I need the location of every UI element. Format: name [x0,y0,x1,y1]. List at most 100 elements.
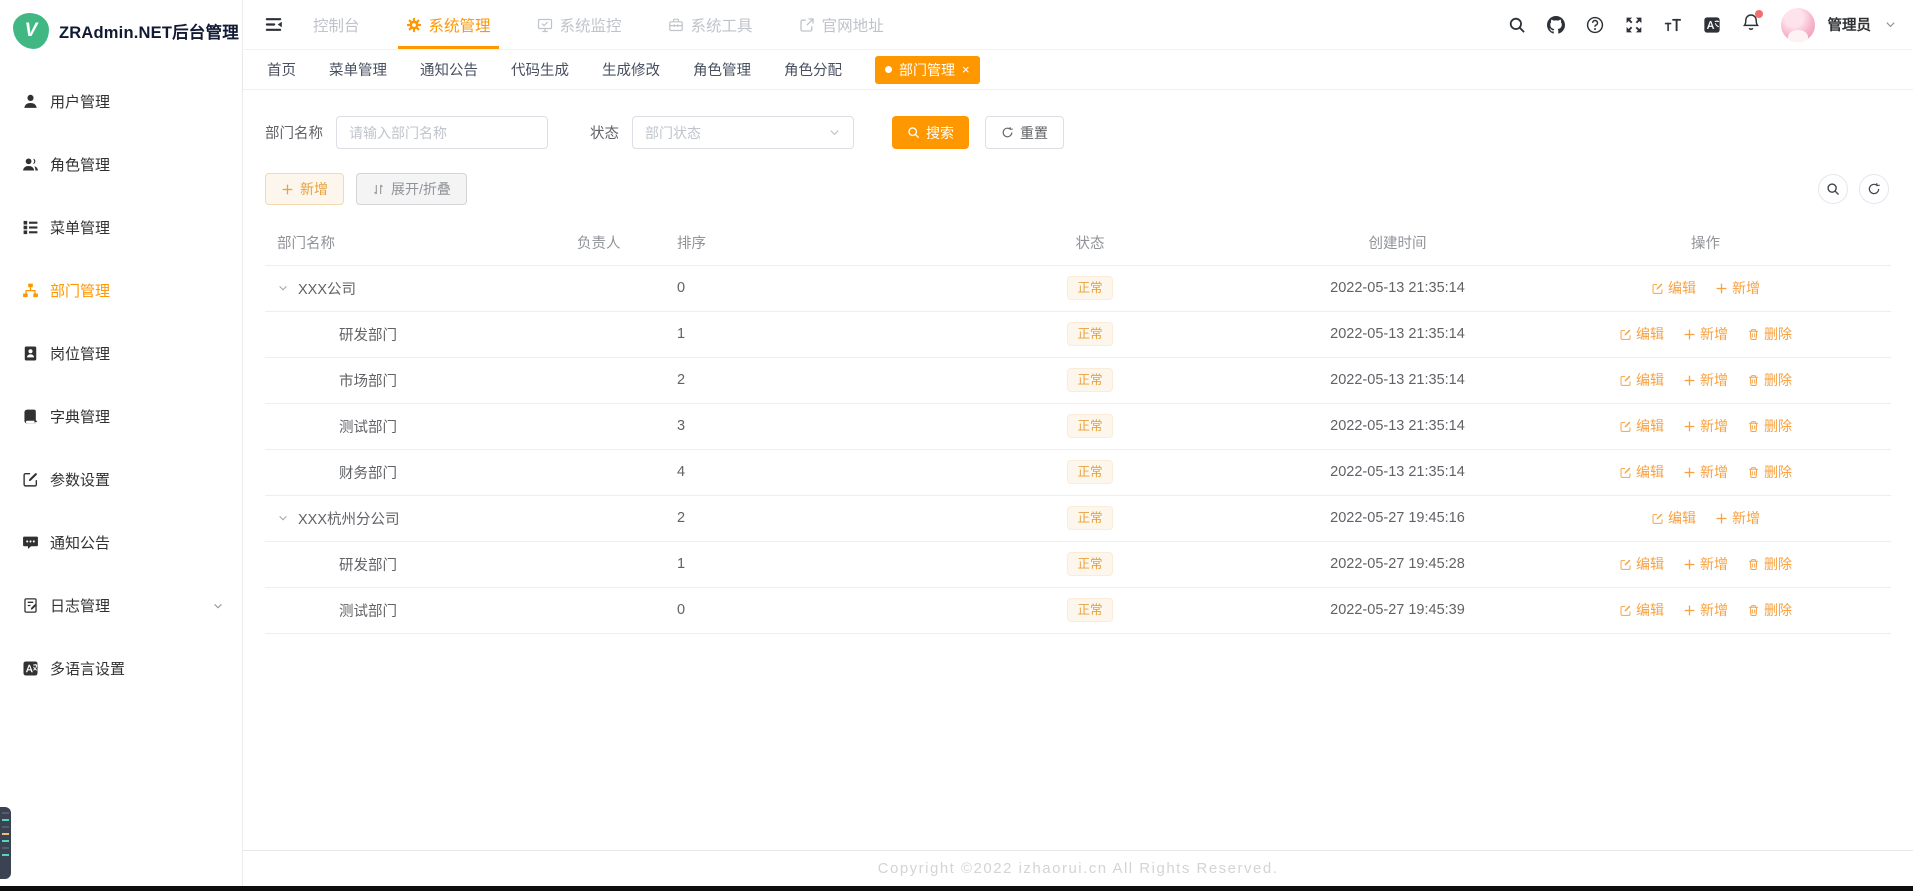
add-link[interactable]: 新增 [1683,554,1728,574]
delete-link[interactable]: 删除 [1747,554,1792,574]
ops-cell: 编辑 新增 [1520,495,1891,542]
sidebar-item-label: 角色管理 [50,157,111,174]
edit-link[interactable]: 编辑 [1619,554,1664,574]
tab-7[interactable]: 部门管理 × [875,55,980,84]
edit-pen-icon [1651,512,1664,525]
trash-icon [1747,420,1760,433]
sidebar-item-7[interactable]: 通知公告 [0,511,242,574]
collapse-sidebar-icon[interactable] [253,15,293,34]
topnav-item-0[interactable]: 控制台 [313,0,360,49]
edit-link[interactable]: 编辑 [1619,416,1664,436]
sidebar-item-8[interactable]: 日志管理 [0,574,242,637]
sidebar-item-9[interactable]: 多语言设置 [0,637,242,700]
tab-2[interactable]: 通知公告 [420,59,478,80]
status-label: 状态 [590,126,619,142]
edit-pen-icon [1619,420,1632,433]
created-time-cell: 2022-05-27 19:45:16 [1275,495,1520,542]
search-icon[interactable] [1508,16,1526,34]
add-link[interactable]: 新增 [1683,600,1728,620]
edit-link[interactable]: 编辑 [1619,462,1664,482]
tab-1[interactable]: 菜单管理 [329,59,387,80]
tab-0[interactable]: 首页 [267,59,296,80]
tab-4[interactable]: 生成修改 [602,59,660,80]
tab-6[interactable]: 角色分配 [784,59,842,80]
add-link[interactable]: 新增 [1683,370,1728,390]
sidebar-item-1[interactable]: 角色管理 [0,133,242,196]
delete-link[interactable]: 删除 [1747,462,1792,482]
sort-cell: 1 [665,541,905,588]
sidebar-item-3[interactable]: 部门管理 [0,259,242,322]
dept-name: 研发部门 [339,557,397,574]
app-logo[interactable]: V ZRAdmin.NET后台管理 [0,0,242,62]
add-link[interactable]: 新增 [1683,462,1728,482]
status-select[interactable]: 部门状态 [632,116,854,149]
status-badge: 正常 [1067,367,1113,393]
tab-5[interactable]: 角色管理 [693,59,751,80]
plus-icon [1715,282,1728,295]
toolbar-right [1818,174,1891,204]
add-link[interactable]: 新增 [1683,324,1728,344]
sidebar-item-5[interactable]: 字典管理 [0,385,242,448]
tab-3[interactable]: 代码生成 [511,59,569,80]
add-link[interactable]: 新增 [1683,416,1728,436]
close-tab-icon[interactable]: × [962,63,970,76]
dept-name-input[interactable] [336,116,548,149]
topnav-item-3[interactable]: 系统工具 [668,0,753,49]
sidebar-item-label: 字典管理 [50,409,111,426]
delete-link[interactable]: 删除 [1747,600,1792,620]
tab-label: 生成修改 [602,63,660,79]
edit-link-label: 编辑 [1636,326,1664,342]
reset-button[interactable]: 重置 [985,116,1064,149]
sidebar-item-label: 岗位管理 [50,346,111,363]
leader-cell [565,587,665,634]
add-button[interactable]: 新增 [265,173,344,205]
help-icon[interactable] [1586,16,1604,34]
add-link-label: 新增 [1700,372,1728,388]
created-time-cell: 2022-05-13 21:35:14 [1275,357,1520,404]
topnav-item-label: 系统管理 [428,17,491,35]
sidebar-item-4[interactable]: 岗位管理 [0,322,242,385]
chevron-down-icon[interactable] [277,512,289,524]
search-button-label: 搜索 [926,124,954,141]
message-icon [22,534,39,551]
add-link[interactable]: 新增 [1715,278,1760,298]
status-cell: 正常 [905,495,1275,542]
notifications-button[interactable] [1742,10,1763,36]
github-icon[interactable] [1546,15,1565,34]
user-menu-chevron-icon[interactable] [1884,18,1897,31]
topnav-item-2[interactable]: 系统监控 [537,0,622,49]
org-icon [22,282,39,299]
delete-link-label: 删除 [1764,464,1792,480]
edit-link[interactable]: 编辑 [1651,508,1696,528]
edit-link[interactable]: 编辑 [1619,600,1664,620]
sort-cell: 2 [665,357,905,404]
search-button[interactable]: 搜索 [892,116,969,149]
sidebar-item-2[interactable]: 菜单管理 [0,196,242,259]
delete-link[interactable]: 删除 [1747,324,1792,344]
font-size-icon[interactable] [1664,16,1682,34]
expand-collapse-button[interactable]: 展开/折叠 [356,173,467,205]
avatar[interactable] [1780,7,1815,42]
delete-link[interactable]: 删除 [1747,370,1792,390]
edit-link[interactable]: 编辑 [1619,370,1664,390]
delete-link[interactable]: 删除 [1747,416,1792,436]
dept-name-cell: XXX公司 [265,265,565,312]
sidebar-item-6[interactable]: 参数设置 [0,448,242,511]
sort-cell: 0 [665,265,905,312]
translate-icon[interactable] [1703,16,1721,34]
chevron-down-icon[interactable] [277,282,289,294]
add-link[interactable]: 新增 [1715,508,1760,528]
fullscreen-icon[interactable] [1625,16,1643,34]
created-time-cell: 2022-05-27 19:45:28 [1275,541,1520,588]
edit-link[interactable]: 编辑 [1619,324,1664,344]
toggle-search-button[interactable] [1818,174,1848,204]
ops-cell: 编辑 新增 删除 [1520,403,1891,450]
sidebar-item-0[interactable]: 用户管理 [0,70,242,133]
status-cell: 正常 [905,311,1275,358]
topnav-item-4[interactable]: 官网地址 [799,0,884,49]
refresh-table-button[interactable] [1859,174,1889,204]
username[interactable]: 管理员 [1828,14,1872,35]
topnav-item-1[interactable]: 系统管理 [397,0,499,49]
edit-link[interactable]: 编辑 [1651,278,1696,298]
leader-cell [565,403,665,450]
